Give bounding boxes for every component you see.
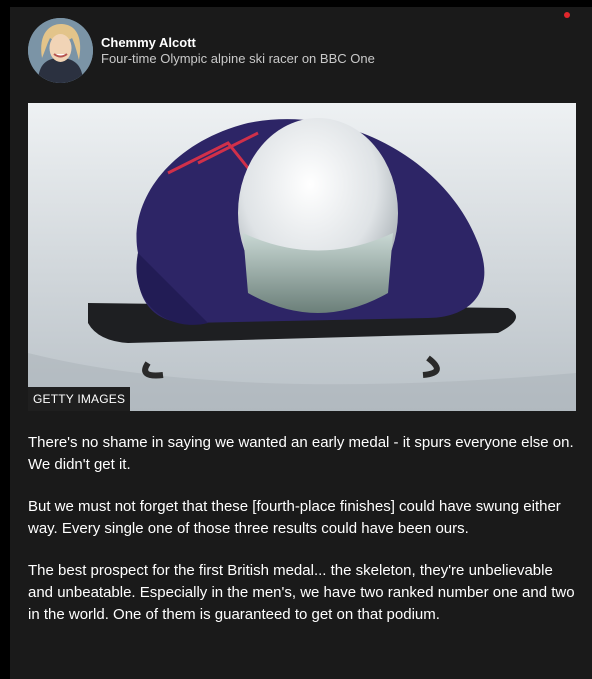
photo-credit: GETTY IMAGES: [28, 387, 131, 411]
contributor-header: Chemmy Alcott Four-time Olympic alpine s…: [28, 18, 375, 83]
live-indicator-icon: [564, 12, 570, 18]
author-role: Four-time Olympic alpine ski racer on BB…: [101, 50, 375, 66]
entry-body: There's no shame in saying we wanted an …: [28, 432, 578, 646]
paragraph: But we must not forget that these [fourt…: [28, 498, 561, 537]
avatar: [28, 18, 93, 83]
author-name: Chemmy Alcott: [101, 34, 196, 50]
paragraph: There's no shame in saying we wanted an …: [28, 434, 574, 473]
live-text-entry: Chemmy Alcott Four-time Olympic alpine s…: [10, 7, 592, 679]
paragraph: The best prospect for the first British …: [28, 562, 575, 623]
skeleton-photo: GETTY IMAGES: [28, 103, 576, 411]
